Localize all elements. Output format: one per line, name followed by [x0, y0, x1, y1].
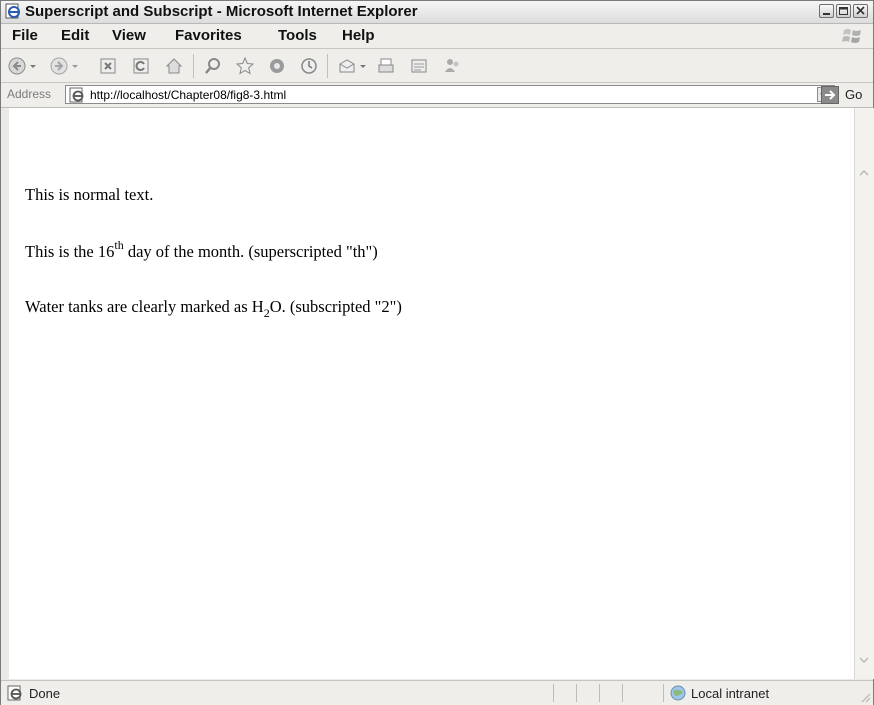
paragraph-text: day of the month. (superscripted "th") — [123, 242, 378, 261]
local-intranet-icon — [670, 685, 686, 701]
security-zone-text: Local intranet — [691, 686, 770, 701]
forward-icon[interactable] — [49, 56, 69, 76]
mail-icon[interactable] — [337, 56, 357, 76]
standard-toolbar — [1, 49, 873, 83]
menu-help[interactable]: Help — [342, 27, 375, 44]
go-button[interactable]: Go — [845, 87, 862, 102]
page-content: This is normal text. This is the 16th da… — [9, 108, 854, 679]
address-label: Address — [7, 87, 52, 101]
history-icon[interactable] — [299, 56, 319, 76]
status-separator — [663, 684, 664, 702]
title-bar[interactable]: Superscript and Subscript - Microsoft In… — [1, 1, 873, 24]
address-input[interactable]: http://localhost/Chapter08/fig8-3.html — [65, 85, 835, 104]
refresh-icon[interactable] — [131, 56, 151, 76]
status-separator — [599, 684, 600, 702]
print-icon[interactable] — [376, 56, 396, 76]
back-icon[interactable] — [7, 56, 27, 76]
mail-dropdown-icon[interactable] — [358, 56, 368, 76]
paragraph-text: This is the 16 — [25, 242, 115, 261]
messenger-icon[interactable] — [442, 56, 462, 76]
subscript-paragraph: Water tanks are clearly marked as H2O. (… — [25, 297, 402, 319]
status-separator — [622, 684, 623, 702]
search-icon[interactable] — [203, 56, 223, 76]
vertical-scrollbar[interactable] — [854, 108, 874, 679]
superscript-paragraph: This is the 16th day of the month. (supe… — [25, 239, 378, 262]
close-icon — [856, 6, 865, 15]
menu-file[interactable]: File — [12, 27, 38, 44]
close-button[interactable] — [853, 4, 868, 18]
resize-grip-icon[interactable] — [859, 691, 871, 703]
browser-window: Superscript and Subscript - Microsoft In… — [0, 0, 874, 705]
windows-logo-icon — [842, 29, 861, 43]
home-icon[interactable] — [164, 56, 184, 76]
scroll-up-arrow-icon[interactable] — [858, 167, 870, 179]
menu-favorites[interactable]: Favorites — [175, 27, 242, 44]
status-separator — [576, 684, 577, 702]
ie-page-icon — [7, 685, 22, 701]
maximize-icon — [839, 7, 848, 15]
favorites-star-icon[interactable] — [235, 56, 255, 76]
edit-icon[interactable] — [409, 56, 429, 76]
status-separator — [553, 684, 554, 702]
minimize-icon — [823, 13, 830, 15]
ie-page-icon — [5, 3, 20, 19]
scroll-down-arrow-icon[interactable] — [858, 654, 870, 666]
menu-bar: File Edit View Favorites Tools Help — [1, 24, 873, 49]
toolbar-separator — [193, 54, 194, 78]
normal-text-paragraph: This is normal text. — [25, 185, 153, 205]
menu-view[interactable]: View — [112, 27, 146, 44]
toolbar-separator — [327, 54, 328, 78]
back-dropdown-icon[interactable] — [28, 56, 38, 76]
paragraph-text: This is normal text. — [25, 185, 154, 204]
address-bar: Address http://localhost/Chapter08/fig8-… — [1, 83, 873, 108]
superscript-text: th — [114, 238, 124, 252]
status-text: Done — [29, 686, 61, 701]
ie-page-icon — [69, 87, 84, 103]
stop-icon[interactable] — [98, 56, 118, 76]
forward-dropdown-icon[interactable] — [70, 56, 80, 76]
window-title: Superscript and Subscript - Microsoft In… — [25, 3, 418, 20]
address-url[interactable]: http://localhost/Chapter08/fig8-3.html — [90, 88, 286, 102]
minimize-button[interactable] — [819, 4, 834, 18]
paragraph-text: Water tanks are clearly marked as H — [25, 297, 264, 316]
go-arrow-icon[interactable] — [821, 86, 839, 104]
media-icon[interactable] — [267, 56, 287, 76]
status-bar: Done Local intranet — [1, 680, 873, 705]
maximize-button[interactable] — [836, 4, 851, 18]
paragraph-text: O. (subscripted "2") — [269, 297, 402, 316]
menu-edit[interactable]: Edit — [61, 27, 89, 44]
menu-tools[interactable]: Tools — [278, 27, 317, 44]
